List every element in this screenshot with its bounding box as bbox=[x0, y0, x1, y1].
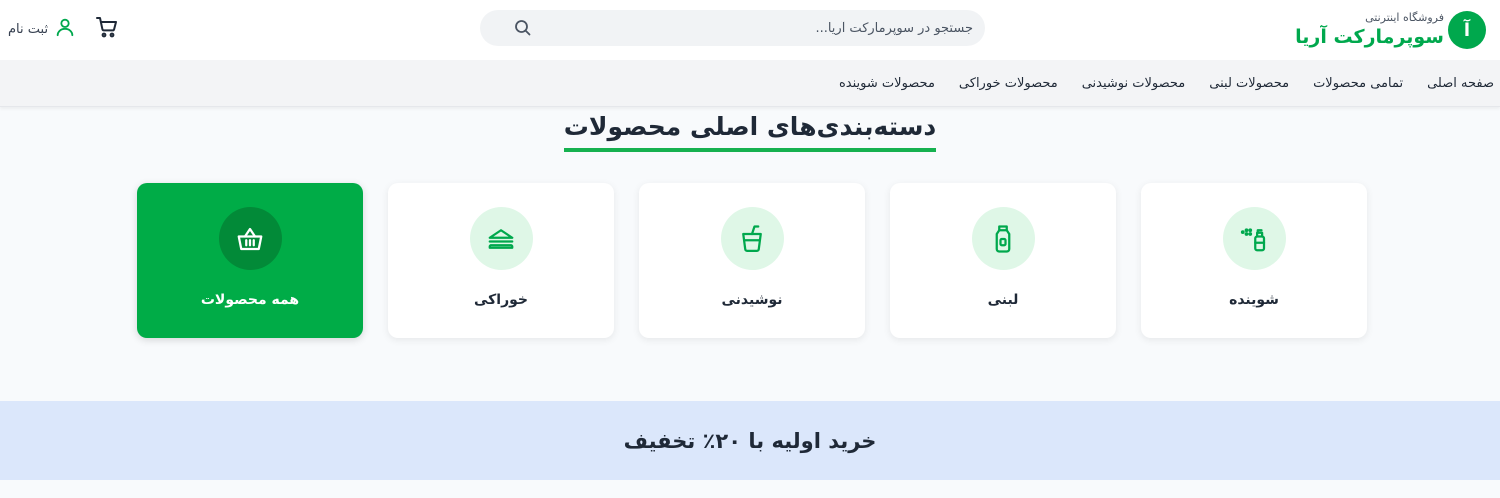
category-label: لبنی bbox=[987, 292, 1019, 308]
category-label: شوینده bbox=[1229, 292, 1279, 308]
categories-header: دسته‌بندی‌های اصلی محصولات bbox=[0, 110, 1500, 152]
brand[interactable]: آ فروشگاه اینترنتی سوپرمارکت آریا bbox=[1295, 8, 1486, 52]
category-card-all[interactable]: همه محصولات bbox=[137, 183, 363, 338]
brand-logo[interactable]: آ bbox=[1448, 11, 1486, 49]
nav-item-detergents[interactable]: محصولات شوینده bbox=[839, 76, 935, 91]
promo-banner[interactable]: خرید اولیه با ۲۰٪ تخفیف bbox=[0, 401, 1500, 480]
signup-button[interactable]: ثبت نام bbox=[8, 16, 76, 42]
category-label: خوراکی bbox=[473, 292, 529, 308]
category-card-drinks[interactable]: نوشیدنی bbox=[639, 183, 865, 338]
drink-cup-icon bbox=[720, 207, 784, 270]
search-input[interactable] bbox=[533, 20, 973, 36]
brand-name[interactable]: سوپرمارکت آریا bbox=[1295, 25, 1444, 49]
categories-title: دسته‌بندی‌های اصلی محصولات bbox=[563, 110, 937, 152]
category-label: همه محصولات bbox=[200, 292, 300, 308]
category-card-detergent[interactable]: شوینده bbox=[1141, 183, 1367, 338]
spray-bottle-icon bbox=[1222, 207, 1286, 270]
milk-bottle-icon bbox=[971, 207, 1035, 270]
category-cards: شوینده لبنی نوشیدنی خوراکی همه محصولات bbox=[137, 183, 1367, 338]
header-actions: ثبت نام bbox=[8, 12, 120, 46]
promo-text: خرید اولیه با ۲۰٪ تخفیف bbox=[623, 428, 877, 453]
nav-item-dairy[interactable]: محصولات لبنی bbox=[1209, 76, 1289, 91]
header: آ فروشگاه اینترنتی سوپرمارکت آریا ثبت نا… bbox=[0, 0, 1500, 60]
cart-icon bbox=[95, 15, 119, 43]
brand-subtitle: فروشگاه اینترنتی bbox=[1365, 11, 1444, 24]
main-nav: صفحه اصلی تمامی محصولات محصولات لبنی محص… bbox=[0, 60, 1500, 107]
user-icon bbox=[54, 16, 76, 42]
cart-button[interactable] bbox=[94, 16, 120, 42]
category-label: نوشیدنی bbox=[721, 292, 783, 308]
nav-item-drinks[interactable]: محصولات نوشیدنی bbox=[1082, 76, 1186, 91]
nav-item-food[interactable]: محصولات خوراکی bbox=[959, 76, 1058, 91]
brand-text: فروشگاه اینترنتی سوپرمارکت آریا bbox=[1295, 11, 1444, 49]
nav-item-all-products[interactable]: تمامی محصولات bbox=[1313, 76, 1403, 91]
nav-item-home[interactable]: صفحه اصلی bbox=[1427, 76, 1494, 91]
signup-label: ثبت نام bbox=[8, 21, 49, 37]
category-card-dairy[interactable]: لبنی bbox=[890, 183, 1116, 338]
sandwich-icon bbox=[469, 207, 533, 270]
search-icon[interactable] bbox=[513, 18, 533, 38]
search-bar[interactable] bbox=[480, 10, 985, 46]
basket-icon bbox=[218, 207, 282, 270]
category-card-food[interactable]: خوراکی bbox=[388, 183, 614, 338]
